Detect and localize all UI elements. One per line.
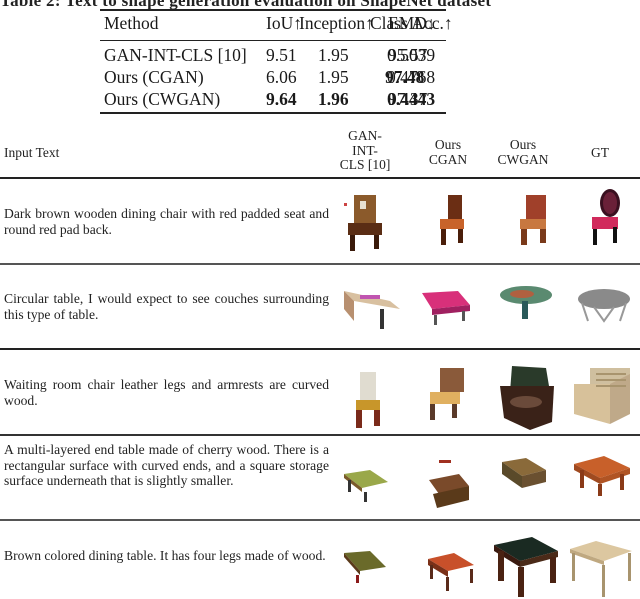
table-render-ours-cgan: [428, 553, 474, 591]
class-acc-cell: 97.37: [388, 89, 428, 109]
header-line: INT-: [352, 142, 378, 158]
table-render-ours-cwgan: [494, 537, 558, 597]
table-render-ours-cwgan: [502, 458, 546, 488]
header-line: GAN-: [348, 128, 382, 143]
table-render-gan-int-cls: [344, 470, 388, 502]
chair-render-ours-cwgan: [520, 195, 546, 245]
header-ours-cgan: Ours CGAN: [418, 137, 478, 167]
header-line: Ours: [434, 137, 462, 152]
table-render-gt: [574, 456, 630, 496]
table-render-ours-cwgan: [500, 286, 552, 319]
header-line: CWGAN: [497, 151, 549, 167]
input-text: Circular table, I would expect to see co…: [4, 291, 329, 322]
header-input-text: Input Text: [4, 145, 60, 160]
input-text: A multi-layered end table made of cherry…: [4, 442, 329, 488]
class-acc-column: Class Acc.↑ 95.57 97.48 97.37: [0, 0, 640, 120]
qualitative-header: Input Text GAN- INT- CLS [10] Ours CGAN …: [0, 125, 640, 177]
header-line: Ours: [509, 137, 537, 152]
table-render-gt: [578, 289, 630, 323]
chair-render-ours-cgan: [440, 195, 464, 245]
header-ours-cwgan: Ours CWGAN: [488, 137, 558, 167]
chair-render-gan-int-cls: [344, 195, 382, 251]
class-acc-cell: 97.48: [385, 67, 425, 87]
qualitative-row: Waiting room chair leather legs and armr…: [0, 350, 640, 434]
qualitative-row: A multi-layered end table made of cherry…: [0, 436, 640, 519]
class-acc-cell: 95.57: [388, 45, 428, 65]
table-render-gt: [570, 541, 632, 597]
table-render-ours-cgan: [429, 460, 469, 508]
header-line: CGAN: [428, 151, 468, 167]
table-render-gan-int-cls: [344, 291, 400, 329]
qualitative-row: Dark brown wooden dining chair with red …: [0, 179, 640, 263]
table-render-ours-cgan: [422, 291, 470, 325]
input-text: Waiting room chair leather legs and armr…: [4, 377, 329, 408]
input-text: Dark brown wooden dining chair with red …: [4, 206, 329, 237]
chair-render-gan-int-cls: [356, 372, 380, 428]
header-class-acc: Class Acc.↑: [370, 13, 453, 33]
header-gan-int-cls: GAN- INT- CLS [10]: [330, 128, 400, 173]
qualitative-row: Brown colored dining table. It has four …: [0, 521, 640, 597]
armchair-render-gt: [574, 368, 630, 424]
table-render-gan-int-cls: [344, 551, 386, 583]
header-line: CLS [10]: [339, 157, 391, 172]
header-gt: GT: [591, 145, 609, 160]
chair-render-gt: [592, 189, 620, 245]
chair-render-ours-cgan: [430, 368, 464, 420]
qualitative-row: Circular table, I would expect to see co…: [0, 265, 640, 348]
armchair-render-ours-cwgan: [500, 366, 554, 430]
input-text: Brown colored dining table. It has four …: [4, 548, 326, 563]
